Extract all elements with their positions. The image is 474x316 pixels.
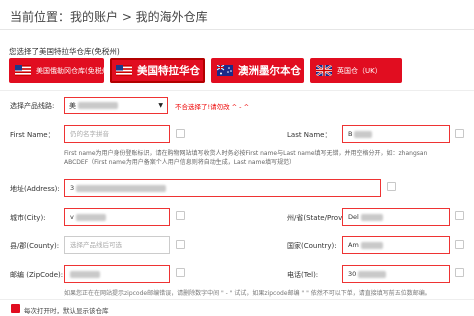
state-label: 州/省(State/Prov.): [287, 214, 349, 222]
address-input[interactable]: 3 [64, 179, 381, 197]
address-checkbox[interactable] [387, 182, 396, 191]
warehouse-label: 美国特拉华仓 [137, 65, 200, 77]
county-label: 县/郡(County): [10, 242, 60, 250]
address-value: 3 [70, 184, 75, 192]
divider [0, 299, 474, 300]
state-value: Del [348, 213, 359, 221]
warehouse-button-delaware[interactable]: 美国特拉华仓 [110, 58, 205, 83]
selected-warehouse-note: 您选择了美国特拉华仓库(免税州) [9, 46, 120, 57]
divider [0, 90, 474, 91]
product-line-label: 选择产品线路: [10, 102, 55, 110]
selected-value: 美国特拉华仓库(免税州) [39, 47, 120, 56]
warehouse-label: 美国俄勒冈仓库(免税州) [36, 66, 104, 75]
zip-label: 邮编 (ZipCode): [10, 271, 64, 279]
country-value: Am [348, 241, 359, 249]
state-input[interactable]: Del [342, 208, 450, 226]
city-checkbox[interactable] [176, 211, 185, 220]
us-flag-icon [116, 65, 132, 76]
city-input[interactable]: v [64, 208, 170, 226]
tel-value: 30 [348, 270, 357, 278]
country-input[interactable]: Am [342, 236, 450, 254]
last-name-value: B [348, 130, 353, 138]
warehouse-button-melbourne[interactable]: 澳洲墨尔本仓 [211, 58, 304, 83]
product-line-hint: 不合选择了!请勿改 ^ - ^ [175, 103, 250, 111]
breadcrumb-bar: 当前位置：我的账户 > 我的海外仓库 [0, 0, 474, 30]
city-value: v [70, 213, 74, 221]
default-warehouse-label: 每次打开时，默认显示该仓库 [24, 307, 109, 315]
zip-input[interactable] [64, 265, 170, 283]
warehouse-label: 澳洲墨尔本仓 [238, 65, 301, 77]
city-label: 城市(City): [10, 214, 46, 222]
last-name-label: Last Name： [287, 131, 332, 139]
country-checkbox[interactable] [455, 240, 464, 249]
zipcode-hint: 如果您正在在网站提示zipcode邮编错误，请删除数字中间 " - " 试试，如… [64, 290, 431, 297]
zip-checkbox[interactable] [176, 268, 185, 277]
name-hint-line-1: First name为用户身份登账标识，请在购物网站填写收货人时务必按First… [64, 150, 428, 157]
county-checkbox[interactable] [176, 240, 185, 249]
first-name-input[interactable] [64, 125, 170, 143]
first-name-checkbox[interactable] [176, 129, 185, 138]
name-hint-line-2: ABCDEF（First name为用户备案个人用户信息则将自动生成，Last … [64, 159, 296, 166]
first-name-label: First Name： [10, 131, 55, 139]
product-line-select[interactable]: 美 ▼ [64, 97, 168, 114]
selected-label: 您选择了 [9, 47, 39, 56]
name-hint: First name为用户身份登账标识，请在购物网站填写收货人时务必按First… [64, 149, 427, 167]
tel-checkbox[interactable] [455, 268, 464, 277]
last-name-checkbox[interactable] [455, 129, 464, 138]
default-warehouse-checkbox[interactable] [11, 304, 20, 313]
county-input[interactable] [64, 236, 170, 254]
state-checkbox[interactable] [455, 211, 464, 220]
warehouse-label: 英国仓（UK） [337, 66, 382, 75]
address-label: 地址(Address): [10, 185, 60, 193]
chevron-down-icon: ▼ [158, 102, 163, 109]
last-name-input[interactable]: B [342, 125, 450, 143]
breadcrumb: 当前位置：我的账户 > 我的海外仓库 [10, 10, 208, 24]
warehouse-button-oregon[interactable]: 美国俄勒冈仓库(免税州) [9, 58, 104, 83]
uk-flag-icon [316, 65, 332, 76]
product-line-value: 美 [69, 101, 76, 110]
warehouse-button-uk[interactable]: 英国仓（UK） [310, 58, 402, 83]
tel-label: 电话(Tel): [287, 271, 319, 279]
au-flag-icon [217, 65, 233, 76]
tel-input[interactable]: 30 [342, 265, 450, 283]
us-flag-icon [15, 65, 31, 76]
country-label: 国家(Country): [287, 242, 337, 250]
